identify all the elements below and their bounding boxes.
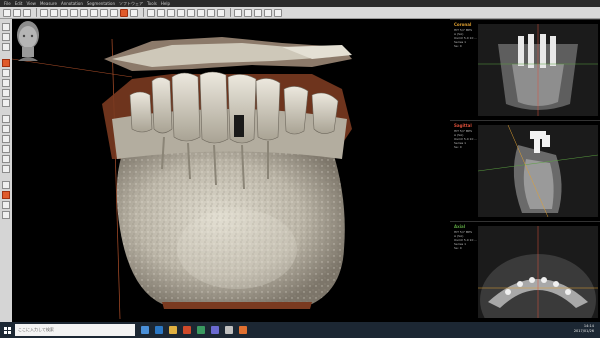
app-icon-2[interactable] [225, 326, 233, 334]
crop-tool-icon[interactable] [2, 155, 10, 163]
store-icon[interactable] [197, 326, 205, 334]
axial-label: Axial [454, 224, 466, 229]
text-icon[interactable] [110, 8, 118, 17]
zoom-icon[interactable] [60, 8, 68, 17]
open-icon[interactable] [3, 8, 11, 17]
menu-bar: File Edit View Measure Annotation Segmen… [0, 0, 600, 7]
curve-icon[interactable] [147, 8, 155, 17]
file-explorer-icon[interactable] [169, 326, 177, 334]
reset-icon[interactable] [197, 8, 205, 17]
cut-icon[interactable] [187, 8, 195, 17]
coronal-label: Coronal [454, 22, 472, 27]
erase-tool-icon[interactable] [2, 145, 10, 153]
sagittal-view[interactable]: Sagittal HIT 5/7 MPS A (SA) OsiriX 5.0 1… [450, 120, 600, 219]
settings-icon[interactable] [274, 8, 282, 17]
rotate-icon[interactable] [80, 8, 88, 17]
volume-render-icon[interactable] [120, 8, 128, 17]
app-icon-3[interactable] [239, 326, 247, 334]
taskbar-search-text: ここに入力して検索 [18, 327, 54, 332]
zoom-tool-icon[interactable] [2, 69, 10, 77]
coronal-slice-image [478, 24, 598, 116]
measure-tool-icon[interactable] [2, 99, 10, 107]
menu-software[interactable]: ソフトウェア [119, 1, 143, 7]
toolbar-separator [230, 8, 231, 17]
save-icon[interactable] [13, 8, 21, 17]
mpr-icon[interactable] [130, 8, 138, 17]
system-clock[interactable]: 14:14 2017/01/26 [574, 324, 594, 334]
color-tool-icon[interactable] [2, 191, 10, 199]
crop-icon[interactable] [177, 8, 185, 17]
lock-tool-icon[interactable] [2, 181, 10, 189]
taskbar: ここに入力して検索 14:14 2017/01/26 [0, 322, 600, 338]
edge-icon[interactable] [155, 326, 163, 334]
volume-render-viewport[interactable] [12, 19, 450, 322]
reset-tool-icon[interactable] [2, 211, 10, 219]
pan-tool-icon[interactable] [2, 79, 10, 87]
rotate-3d-tool-icon[interactable] [2, 59, 10, 67]
orientation-head-icon[interactable] [12, 19, 44, 61]
nerve-icon[interactable] [167, 8, 175, 17]
menu-file[interactable]: File [4, 1, 11, 6]
layout-icon[interactable] [40, 8, 48, 17]
toolbar [0, 7, 600, 19]
toolbar-separator [143, 8, 144, 17]
menu-edit[interactable]: Edit [15, 1, 23, 6]
coronal-view[interactable]: Coronal HIT 5/7 MPS A (SA) OsiriX 5.0 10… [450, 19, 600, 118]
ruler-icon[interactable] [90, 8, 98, 17]
brush-tool-icon[interactable] [2, 135, 10, 143]
export-icon[interactable] [217, 8, 225, 17]
print-icon[interactable] [23, 8, 31, 17]
taskbar-search[interactable]: ここに入力して検索 [15, 324, 135, 336]
point-tool-icon[interactable] [2, 125, 10, 133]
window-level-icon[interactable] [50, 8, 58, 17]
angle-tool-icon[interactable] [2, 115, 10, 123]
toolbar-separator [36, 8, 37, 17]
link-icon[interactable] [254, 8, 262, 17]
sagittal-slice-image [478, 125, 598, 217]
app-icon[interactable] [183, 326, 191, 334]
menu-view[interactable]: View [26, 1, 36, 6]
mpr-panels: Coronal HIT 5/7 MPS A (SA) OsiriX 5.0 10… [450, 19, 600, 322]
arrow-tool-icon[interactable] [2, 23, 10, 31]
snapshot-icon[interactable] [207, 8, 215, 17]
menu-measure[interactable]: Measure [40, 1, 57, 6]
pan-icon[interactable] [70, 8, 78, 17]
layer-tool-icon[interactable] [2, 33, 10, 41]
report-icon[interactable] [264, 8, 272, 17]
sagittal-label: Sagittal [454, 123, 472, 128]
viewer-app-icon[interactable] [211, 326, 219, 334]
angle-icon[interactable] [100, 8, 108, 17]
window-tool-icon[interactable] [2, 43, 10, 51]
menu-segmentation[interactable]: Segmentation [87, 1, 115, 6]
sagittal-info: HIT 5/7 MPS A (SA) OsiriX 5.0 10 ... Ser… [454, 129, 478, 149]
scissors-tool-icon[interactable] [2, 165, 10, 173]
implant-icon[interactable] [157, 8, 165, 17]
grid-icon[interactable] [234, 8, 242, 17]
mandible-3d-render [12, 37, 352, 320]
menu-tools[interactable]: Tools [147, 1, 157, 6]
preset-tool-icon[interactable] [2, 201, 10, 209]
sync-icon[interactable] [244, 8, 252, 17]
menu-help[interactable]: Help [161, 1, 170, 6]
axial-slice-image [478, 226, 598, 318]
axial-info: HIT 5/7 MPS A (SA) OsiriX 5.0 10 ... Ser… [454, 230, 478, 250]
clock-date: 2017/01/26 [573, 329, 594, 333]
contrast-tool-icon[interactable] [2, 89, 10, 97]
axial-view[interactable]: Axial HIT 5/7 MPS A (SA) OsiriX 5.0 10 .… [450, 221, 600, 320]
coronal-info: HIT 5/7 MPS A (SA) OsiriX 5.0 10 ... Ser… [454, 28, 478, 48]
task-view-icon[interactable] [141, 326, 149, 334]
windows-start-icon[interactable] [0, 322, 14, 338]
menu-annotation[interactable]: Annotation [61, 1, 83, 6]
